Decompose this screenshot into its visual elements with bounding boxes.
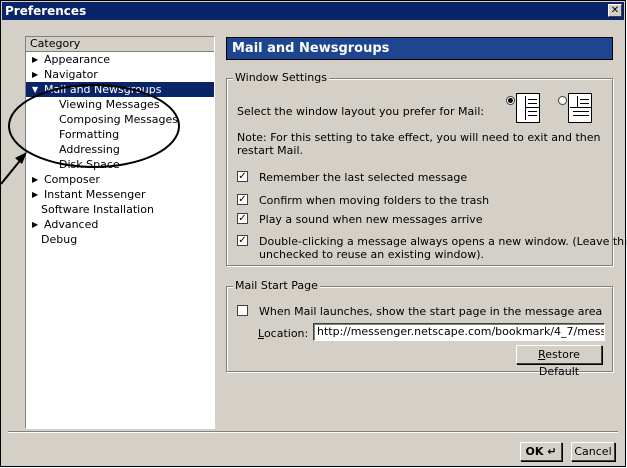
tree-item-appearance[interactable]: ▶ Appearance — [26, 52, 214, 67]
title-bar: Preferences ✕ — [2, 2, 624, 20]
ok-button[interactable]: OK ↵ — [520, 442, 562, 461]
enter-key-icon: ↵ — [547, 445, 557, 458]
close-icon: ✕ — [610, 5, 620, 16]
ok-label: OK — [525, 445, 544, 458]
location-input[interactable]: http://messenger.netscape.com/bookmark/4… — [313, 323, 605, 341]
tree-item-label: Appearance — [44, 53, 111, 66]
mail-start-page-legend: Mail Start Page — [233, 279, 320, 292]
window-settings-legend: Window Settings — [233, 71, 329, 84]
category-header: Category — [26, 37, 214, 52]
annotation-overlay — [1, 84, 180, 185]
show-start-page-checkbox[interactable] — [237, 305, 248, 316]
layout-stacked-icon[interactable] — [568, 93, 592, 123]
checkbox-label-line2: unchecked to reuse an existing window). — [259, 248, 484, 261]
layout-option-2-radio[interactable] — [558, 96, 567, 105]
layout-option-1-radio[interactable] — [506, 96, 515, 105]
tree-item-label: Navigator — [44, 68, 98, 81]
mail-start-page-group: Mail Start Page When Mail launches, show… — [226, 279, 613, 378]
checkbox-label: When Mail launches, show the start page … — [259, 305, 603, 318]
annotation-arrowhead-icon — [15, 152, 27, 164]
checkbox-label: Play a sound when new messages arrive — [259, 213, 483, 226]
preferences-dialog: Preferences ✕ Category ▶ Appearance ▶ Navi… — [0, 0, 627, 467]
expand-arrow-icon[interactable]: ▶ — [32, 67, 38, 82]
double-click-new-window-checkbox[interactable]: ✓ — [237, 235, 248, 246]
expand-arrow-icon[interactable]: ▶ — [32, 52, 38, 67]
restart-note: Note: For this setting to take effect, y… — [237, 131, 601, 157]
window-settings-group: Window Settings Select the window layout… — [226, 71, 627, 266]
layout-3pane-icon[interactable] — [516, 93, 540, 123]
tree-item-navigator[interactable]: ▶ Navigator — [26, 67, 214, 82]
tree-item-debug[interactable]: Debug — [26, 232, 214, 247]
checkbox-label: Confirm when moving folders to the trash — [259, 194, 490, 207]
layout-prompt: Select the window layout you prefer for … — [237, 105, 485, 118]
panel-title: Mail and Newsgroups — [226, 37, 613, 60]
play-sound-checkbox[interactable]: ✓ — [237, 213, 248, 224]
location-label: Location: — [258, 327, 309, 340]
footer-separator — [8, 431, 618, 433]
confirm-trash-checkbox[interactable]: ✓ — [237, 194, 248, 205]
window-title: Preferences — [5, 4, 87, 18]
tree-item-label: Debug — [41, 233, 78, 246]
restore-default-button[interactable]: Restore Default — [516, 345, 602, 378]
checkbox-label: Double-clicking a message always opens a… — [259, 235, 627, 248]
close-button[interactable]: ✕ — [608, 4, 622, 17]
annotation-ellipse — [8, 84, 180, 168]
checkbox-label: Remember the last selected message — [259, 171, 468, 184]
remember-last-message-checkbox[interactable]: ✓ — [237, 171, 248, 182]
cancel-button[interactable]: Cancel — [571, 442, 615, 461]
